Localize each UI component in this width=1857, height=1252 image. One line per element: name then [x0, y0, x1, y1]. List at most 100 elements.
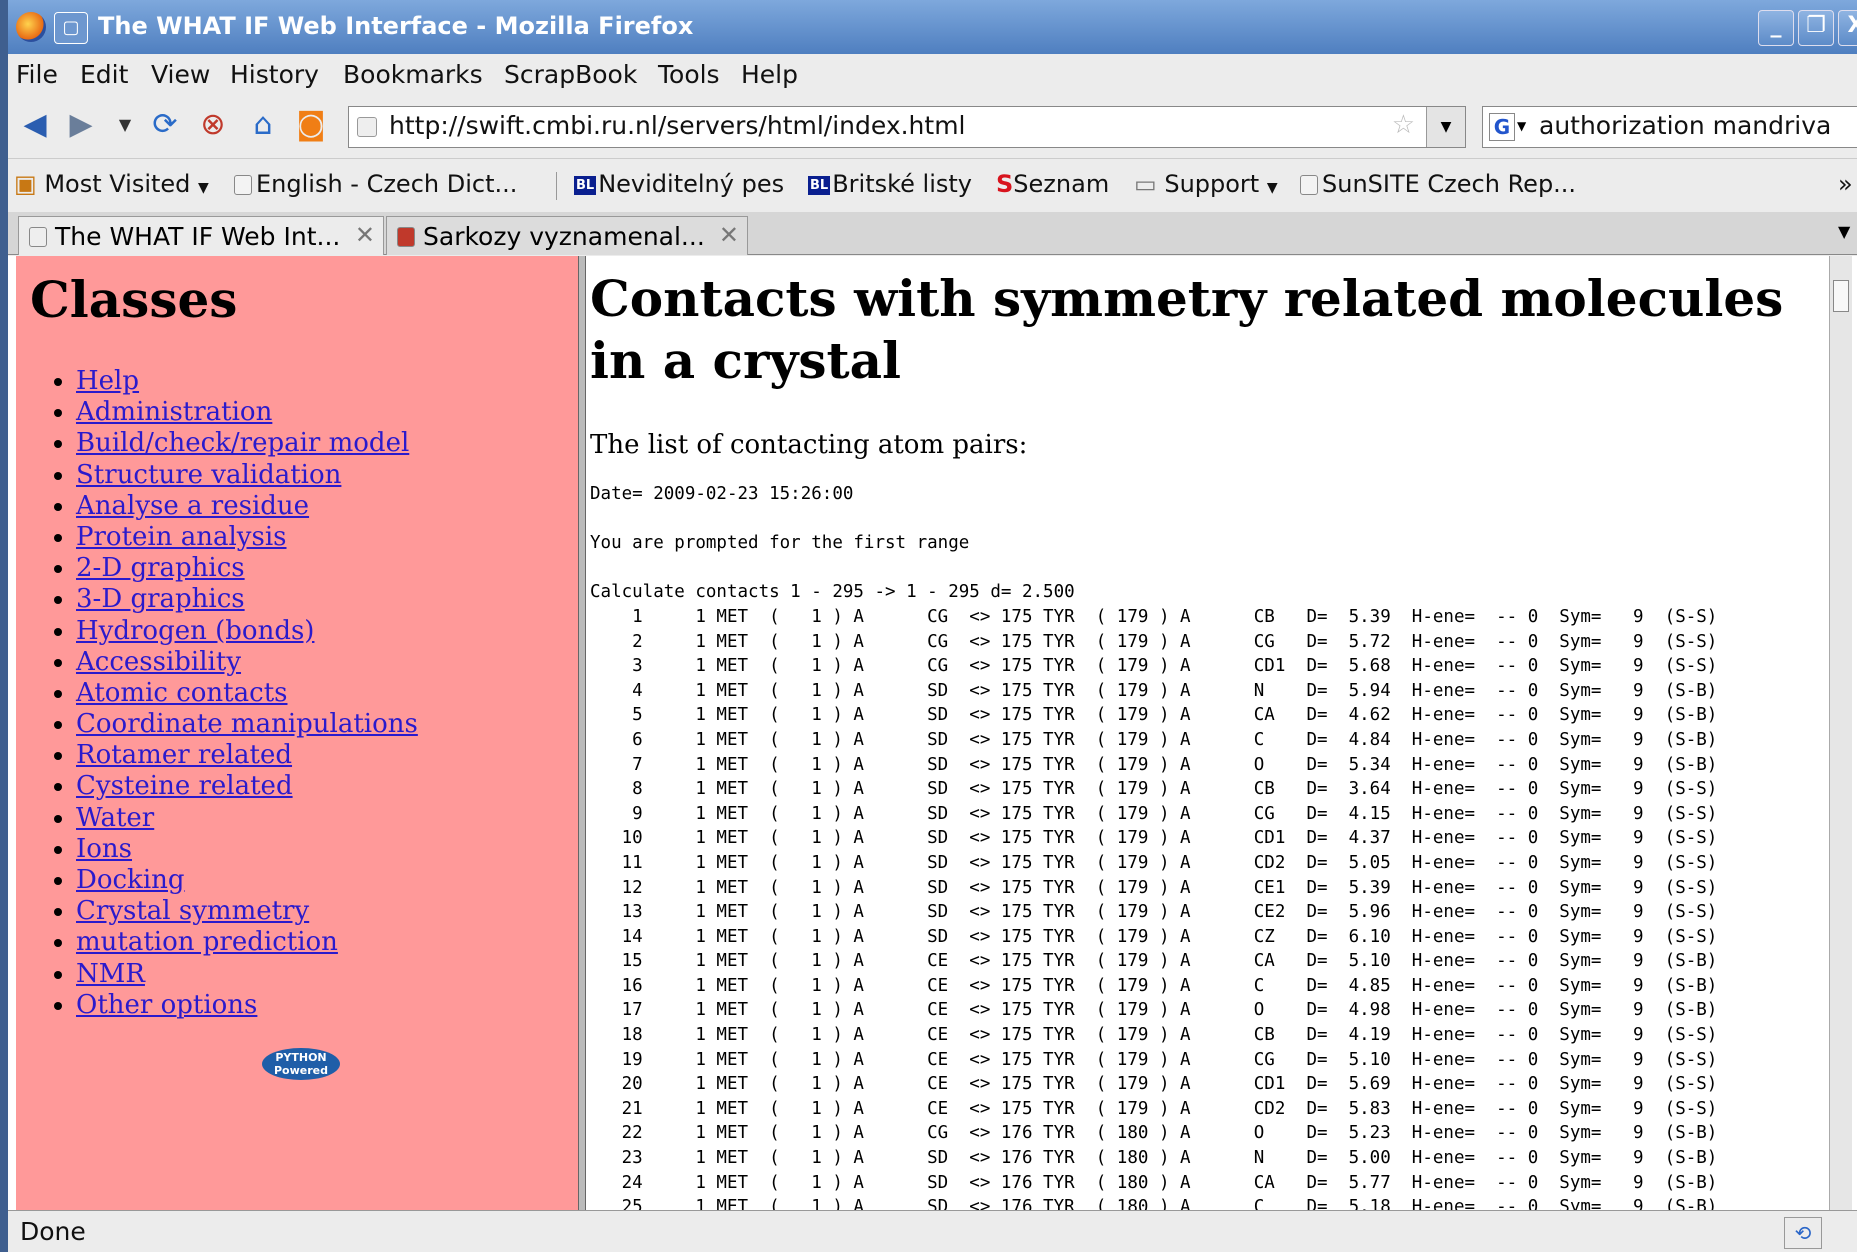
- bookmarks-overflow-icon[interactable]: »: [1838, 170, 1853, 198]
- contacts-output: Date= 2009-02-23 15:26:00 You are prompt…: [590, 482, 1717, 1210]
- page-icon: [29, 227, 47, 247]
- link-crystal-symmetry[interactable]: Crystal symmetry: [76, 896, 309, 926]
- tab-bar: The WHAT IF Web Int... ✕ Sarkozy vyzname…: [8, 212, 1857, 255]
- scrollbar-thumb[interactable]: [1833, 280, 1849, 312]
- table-row: 12 1 MET ( 1 ) A SD <> 175 TYR ( 179 ) A…: [590, 877, 1718, 898]
- list-item: Build/check/repair model: [76, 428, 418, 459]
- close-tab-icon[interactable]: ✕: [355, 221, 375, 249]
- menu-view[interactable]: View: [151, 60, 210, 89]
- link-build-check-repair[interactable]: Build/check/repair model: [76, 428, 409, 458]
- link-analyse-residue[interactable]: Analyse a residue: [76, 491, 309, 521]
- table-row: 4 1 MET ( 1 ) A SD <> 175 TYR ( 179 ) A …: [590, 680, 1718, 701]
- minimize-button[interactable]: _: [1758, 10, 1794, 46]
- search-bar[interactable]: G ▼ authorization mandriva: [1482, 106, 1857, 148]
- close-button[interactable]: X: [1838, 10, 1857, 46]
- tab-label: Sarkozy vyznamenal...: [423, 222, 705, 251]
- bookmarks-toolbar: ▣ Most Visited ▼ English - Czech Dict...…: [8, 160, 1857, 210]
- list-item: 2-D graphics: [76, 553, 418, 584]
- vertical-scrollbar[interactable]: [1829, 256, 1852, 1210]
- bookmark-seznam[interactable]: SSeznam: [996, 170, 1109, 198]
- link-rotamer-related[interactable]: Rotamer related: [76, 740, 292, 770]
- list-item: Water: [76, 803, 418, 834]
- engine-dropdown-icon[interactable]: ▼: [1517, 119, 1526, 133]
- site-identity-icon[interactable]: [357, 117, 377, 137]
- link-structure-validation[interactable]: Structure validation: [76, 460, 341, 490]
- link-2d-graphics[interactable]: 2-D graphics: [76, 553, 245, 583]
- link-ions[interactable]: Ions: [76, 834, 132, 864]
- menu-file[interactable]: File: [16, 60, 58, 89]
- home-icon[interactable]: ⌂: [246, 108, 280, 142]
- menu-tools[interactable]: Tools: [658, 60, 720, 89]
- menu-scrapbook[interactable]: ScrapBook: [504, 60, 637, 89]
- link-atomic-contacts[interactable]: Atomic contacts: [76, 678, 287, 708]
- bookmark-label: Britské listy: [832, 170, 973, 198]
- menu-help[interactable]: Help: [741, 60, 798, 89]
- navigation-toolbar: ◀ ▶ ▼ ⟳ ⊗ ⌂ ◙ http://swift.cmbi.ru.nl/se…: [8, 96, 1857, 159]
- reload-icon[interactable]: ⟳: [148, 108, 182, 142]
- link-mutation-prediction[interactable]: mutation prediction: [76, 927, 338, 957]
- url-dropdown-icon[interactable]: ▼: [1426, 107, 1465, 147]
- table-row: 1 1 MET ( 1 ) A CG <> 175 TYR ( 179 ) A …: [590, 606, 1718, 627]
- page-icon: [234, 175, 252, 195]
- window-menu-icon[interactable]: ▢: [54, 12, 88, 44]
- search-engine-icon[interactable]: G: [1489, 113, 1515, 141]
- history-dropdown-icon[interactable]: ▼: [108, 108, 142, 142]
- bookmark-support[interactable]: ▭ Support ▼: [1134, 170, 1278, 198]
- list-item: Hydrogen (bonds): [76, 616, 418, 647]
- list-item: Crystal symmetry: [76, 896, 418, 927]
- list-item: 3-D graphics: [76, 584, 418, 615]
- menu-edit[interactable]: Edit: [80, 60, 128, 89]
- url-bar[interactable]: http://swift.cmbi.ru.nl/servers/html/ind…: [348, 106, 1466, 148]
- status-text: Done: [20, 1217, 86, 1246]
- menu-bookmarks[interactable]: Bookmarks: [343, 60, 483, 89]
- link-other-options[interactable]: Other options: [76, 990, 257, 1020]
- python-powered-logo[interactable]: PYTHON Powered: [262, 1048, 340, 1080]
- bookmark-star-icon[interactable]: ☆: [1392, 110, 1415, 140]
- bookmark-label: Support: [1164, 170, 1260, 198]
- bookmark-most-visited[interactable]: ▣ Most Visited ▼: [14, 170, 209, 198]
- link-accessibility[interactable]: Accessibility: [76, 647, 241, 677]
- link-water[interactable]: Water: [76, 803, 154, 833]
- link-docking[interactable]: Docking: [76, 865, 185, 895]
- list-item: Accessibility: [76, 647, 418, 678]
- link-nmr[interactable]: NMR: [76, 959, 145, 989]
- back-icon[interactable]: ◀: [18, 108, 52, 142]
- firefox-icon[interactable]: [16, 12, 46, 42]
- table-row: 22 1 MET ( 1 ) A CG <> 176 TYR ( 180 ) A…: [590, 1123, 1718, 1144]
- maximize-button[interactable]: ❐: [1798, 10, 1834, 46]
- frame-divider[interactable]: [578, 256, 586, 1210]
- link-3d-graphics[interactable]: 3-D graphics: [76, 584, 245, 614]
- table-row: 9 1 MET ( 1 ) A SD <> 175 TYR ( 179 ) A …: [590, 803, 1718, 824]
- table-row: 2 1 MET ( 1 ) A CG <> 175 TYR ( 179 ) A …: [590, 631, 1718, 652]
- bookmark-label: Most Visited: [44, 170, 191, 198]
- link-hydrogen-bonds[interactable]: Hydrogen (bonds): [76, 616, 314, 646]
- table-row: 8 1 MET ( 1 ) A SD <> 175 TYR ( 179 ) A …: [590, 779, 1718, 800]
- forward-icon[interactable]: ▶: [64, 108, 98, 142]
- link-cysteine-related[interactable]: Cysteine related: [76, 771, 293, 801]
- link-help[interactable]: Help: [76, 366, 139, 396]
- date-line: Date= 2009-02-23 15:26:00: [590, 484, 854, 504]
- update-icon[interactable]: ⟲: [1784, 1217, 1822, 1249]
- tab-what-if[interactable]: The WHAT IF Web Int... ✕: [18, 216, 384, 255]
- link-administration[interactable]: Administration: [76, 397, 272, 427]
- stop-icon[interactable]: ⊗: [196, 108, 230, 142]
- menu-history[interactable]: History: [230, 60, 319, 89]
- tab-sarkozy[interactable]: Sarkozy vyznamenal... ✕: [386, 216, 748, 255]
- bookmark-neviditelny-pes[interactable]: BL Neviditelný pes: [574, 170, 784, 198]
- rss-icon[interactable]: ◙: [294, 108, 328, 142]
- bookmark-britske-listy[interactable]: BL Britské listy: [808, 170, 972, 198]
- url-text[interactable]: http://swift.cmbi.ru.nl/servers/html/ind…: [389, 111, 966, 140]
- calc-line: Calculate contacts 1 - 295 -> 1 - 295 d=…: [590, 582, 1075, 603]
- close-tab-icon[interactable]: ✕: [719, 221, 739, 249]
- tab-list-icon[interactable]: ▼: [1838, 222, 1850, 241]
- search-input[interactable]: authorization mandriva: [1539, 111, 1831, 140]
- list-item: Other options: [76, 990, 418, 1021]
- bookmark-sunsite[interactable]: SunSITE Czech Rep...: [1300, 170, 1576, 198]
- link-coordinate-manipulations[interactable]: Coordinate manipulations: [76, 709, 418, 739]
- page-icon: [397, 227, 415, 247]
- table-row: 25 1 MET ( 1 ) A SD <> 176 TYR ( 180 ) A…: [590, 1197, 1718, 1210]
- separator: [556, 172, 557, 200]
- bookmark-english-czech[interactable]: English - Czech Dict...: [234, 170, 517, 198]
- link-protein-analysis[interactable]: Protein analysis: [76, 522, 287, 552]
- list-item: Docking: [76, 865, 418, 896]
